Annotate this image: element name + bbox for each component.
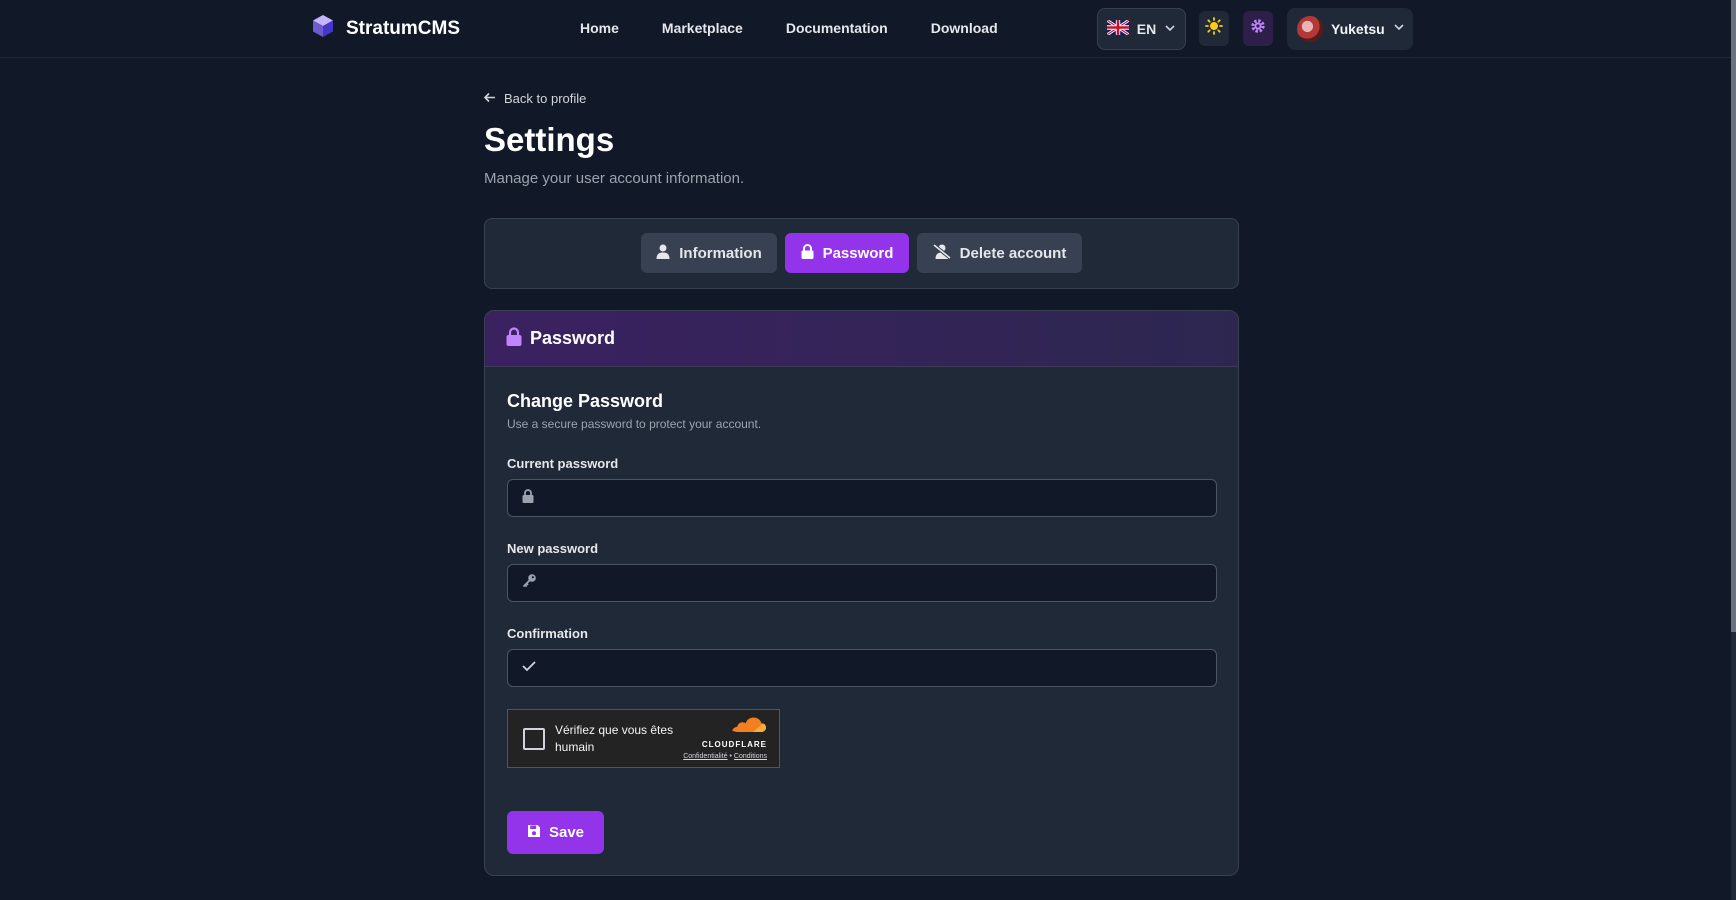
theme-toggle-button[interactable] [1199, 11, 1229, 46]
stratum-cube-logo-icon [312, 14, 334, 43]
nav-documentation-link[interactable]: Documentation [786, 20, 888, 36]
chevron-down-icon [1393, 20, 1405, 38]
current-password-label: Current password [507, 456, 619, 471]
user-delete-icon [932, 243, 951, 263]
confirmation-input[interactable] [536, 650, 1216, 686]
captcha-links: Confidentialité • Conditions [683, 753, 767, 760]
brand-name: StratumCMS [346, 17, 461, 39]
avatar [1297, 16, 1323, 42]
cloudflare-wordmark: CLOUDFLARE [701, 740, 767, 749]
confirmation-field[interactable] [507, 649, 1217, 687]
nav-marketplace-link[interactable]: Marketplace [662, 20, 743, 36]
uk-flag-icon [1105, 18, 1130, 38]
main-nav: Home Marketplace Documentation Download [580, 20, 998, 36]
tab-information[interactable]: Information [641, 233, 777, 273]
chevron-down-icon [1164, 21, 1176, 37]
cloudflare-cloud-icon [731, 717, 767, 738]
floppy-disk-icon [527, 824, 541, 842]
back-label: Back to profile [504, 91, 587, 106]
sun-icon [1205, 17, 1223, 40]
lock-icon [801, 243, 814, 263]
settings-tabs: Information Password Delete account [484, 218, 1239, 289]
scrollbar-thumb[interactable] [1731, 0, 1736, 632]
nav-download-link[interactable]: Download [931, 20, 998, 36]
check-icon [522, 659, 536, 677]
tab-delete-account[interactable]: Delete account [917, 233, 1082, 273]
current-password-input[interactable] [534, 480, 1216, 516]
language-code: EN [1136, 21, 1157, 37]
language-selector[interactable]: EN [1097, 8, 1186, 50]
arrow-left-icon [483, 91, 496, 106]
save-button[interactable]: Save [507, 811, 604, 854]
captcha-privacy-link[interactable]: Confidentialité [683, 753, 727, 760]
section-subtitle: Use a secure password to protect your ac… [507, 417, 762, 431]
nav-home-link[interactable]: Home [580, 20, 619, 36]
section-title: Change Password [507, 391, 664, 411]
brand[interactable]: StratumCMS [312, 14, 460, 43]
new-password-input[interactable] [537, 565, 1216, 601]
key-icon [522, 573, 537, 593]
tab-label: Delete account [959, 244, 1067, 262]
password-card: Password Change Password Use a secure pa… [484, 310, 1239, 876]
confirmation-label: Confirmation [507, 626, 588, 641]
new-password-label: New password [507, 541, 599, 556]
lock-icon [506, 326, 522, 351]
new-password-field[interactable] [507, 564, 1217, 602]
captcha-checkbox[interactable] [523, 727, 545, 750]
page-title: Settings [484, 121, 615, 158]
back-to-profile-link[interactable]: Back to profile [483, 91, 586, 106]
cloudflare-captcha-widget: Vérifiez que vous êtes humain CLOUDFLARE… [507, 709, 780, 768]
current-password-field[interactable] [507, 479, 1217, 517]
top-navbar: StratumCMS Home Marketplace Documentatio… [0, 0, 1731, 58]
tab-label: Password [822, 244, 894, 262]
lock-icon [522, 488, 534, 508]
save-label: Save [548, 824, 585, 841]
tab-password[interactable]: Password [785, 233, 909, 273]
captcha-text: Vérifiez que vous êtes humain [555, 722, 674, 754]
gear-icon [1250, 18, 1266, 39]
cloudflare-branding: CLOUDFLARE Confidentialité • Conditions [675, 717, 767, 760]
admin-settings-button[interactable] [1243, 11, 1273, 46]
password-card-header: Password [485, 311, 1238, 367]
tab-label: Information [679, 244, 762, 262]
captcha-terms-link[interactable]: Conditions [734, 753, 767, 760]
card-header-title: Password [530, 328, 616, 348]
captcha-link-separator: • [729, 753, 732, 760]
user-name: Yuketsu [1331, 21, 1385, 37]
user-icon [656, 244, 670, 263]
page-subtitle: Manage your user account information. [484, 170, 745, 187]
user-menu[interactable]: Yuketsu [1287, 8, 1413, 50]
